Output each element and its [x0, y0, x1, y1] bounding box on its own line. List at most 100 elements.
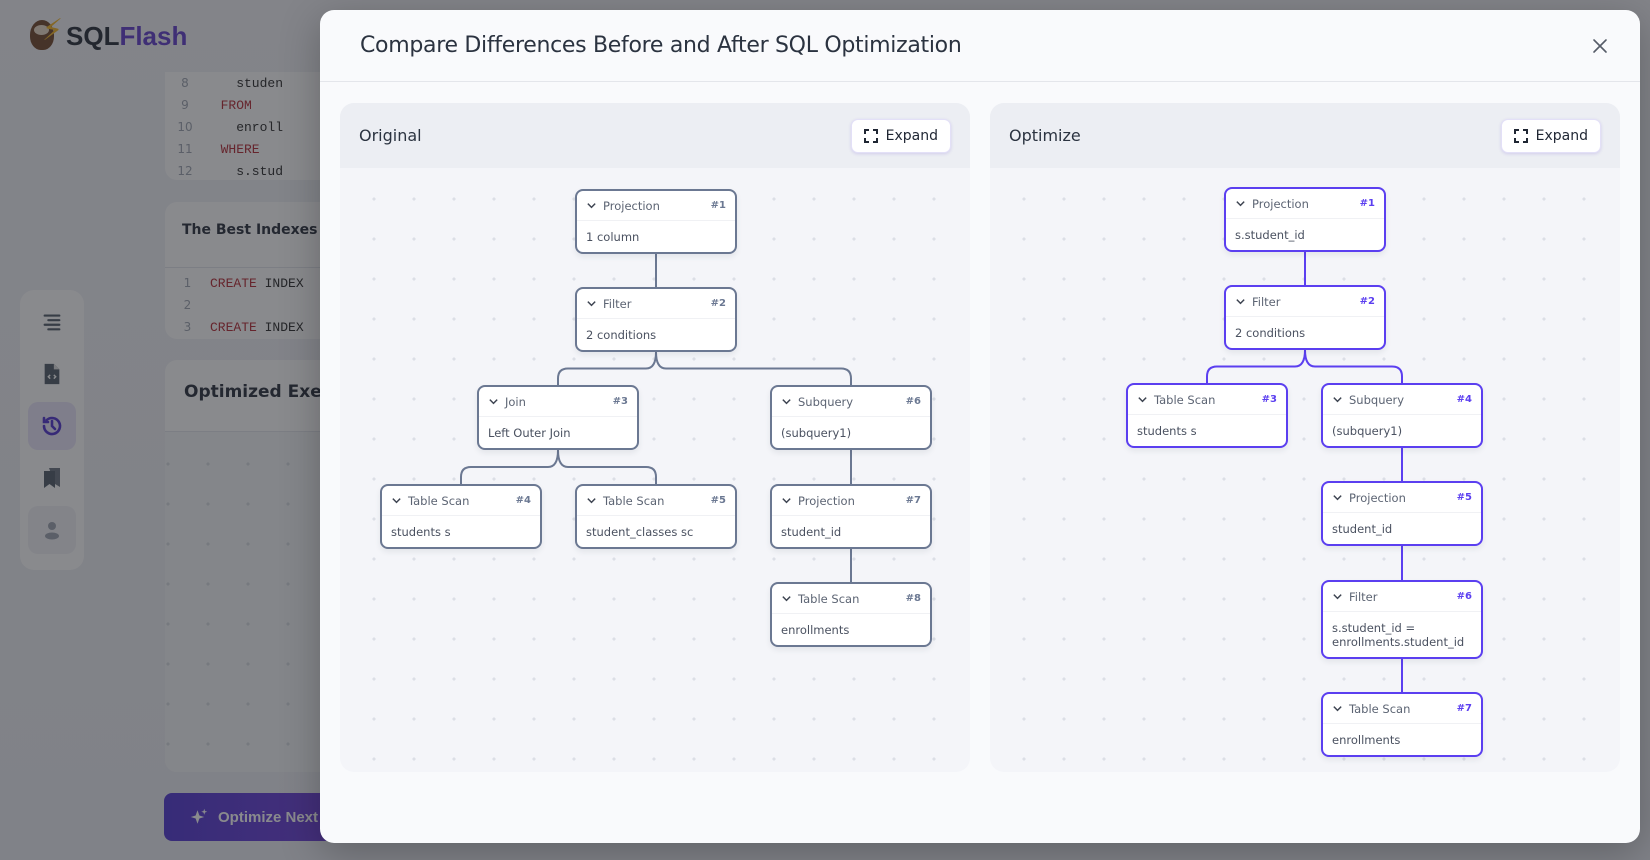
- original-expand-button[interactable]: Expand: [850, 118, 951, 153]
- optimized-expand-button[interactable]: Expand: [1500, 118, 1601, 153]
- plan-node-type: Subquery: [798, 394, 854, 409]
- plan-node-header[interactable]: Projection #5: [1323, 483, 1481, 513]
- plan-node-type: Table Scan: [1154, 392, 1216, 407]
- plan-node[interactable]: Table Scan #7 enrollments: [1321, 692, 1483, 757]
- plan-node-detail: (subquery1): [781, 426, 852, 440]
- optimized-panel-title: Optimize: [1009, 126, 1081, 145]
- plan-node-id: #7: [1456, 703, 1472, 714]
- plan-edge: [1304, 349, 1403, 383]
- plan-node-id: #4: [1456, 394, 1472, 405]
- plan-node-header[interactable]: Join #3: [479, 387, 637, 417]
- plan-node-detail: students s: [1137, 424, 1197, 438]
- plan-node[interactable]: Filter #6 s.student_id = enrollments.stude…: [1321, 580, 1483, 659]
- plan-node-header[interactable]: Table Scan #7: [1323, 694, 1481, 724]
- close-icon: [1593, 39, 1607, 53]
- plan-node-id: #8: [905, 593, 921, 604]
- plan-node[interactable]: Filter #2 2 conditions: [1224, 285, 1386, 350]
- expand-icon: [1513, 128, 1528, 143]
- chevron-down-icon[interactable]: [1332, 394, 1344, 405]
- plan-node-type: Filter: [1349, 589, 1378, 604]
- plan-node-id: #7: [905, 495, 921, 506]
- plan-node-header[interactable]: Subquery #6: [772, 387, 930, 417]
- chevron-down-icon[interactable]: [586, 200, 598, 211]
- plan-node-id: #6: [1456, 591, 1472, 602]
- plan-node-header[interactable]: Table Scan #8: [772, 584, 930, 614]
- plan-node-type: Projection: [798, 493, 855, 508]
- chevron-down-icon[interactable]: [1137, 394, 1149, 405]
- chevron-down-icon[interactable]: [1332, 591, 1344, 602]
- chevron-down-icon[interactable]: [1235, 296, 1247, 307]
- plan-node-detail: students s: [391, 525, 451, 539]
- plan-node-detail: 2 conditions: [1235, 326, 1306, 340]
- plan-node-header[interactable]: Filter #6: [1323, 582, 1481, 612]
- original-plan-canvas[interactable]: Projection #1 1 column Filter #2 2 conditions…: [340, 168, 970, 772]
- plan-node[interactable]: Table Scan #8 enrollments: [770, 582, 932, 647]
- original-panel: Original Expand Projection #1 1 column Filt…: [340, 103, 970, 772]
- chevron-down-icon[interactable]: [781, 593, 793, 604]
- plan-node-header[interactable]: Projection #1: [1226, 189, 1384, 219]
- plan-node[interactable]: Table Scan #3 students s: [1126, 383, 1288, 448]
- plan-node-detail: Left Outer Join: [488, 426, 571, 440]
- plan-node-type: Table Scan: [603, 493, 665, 508]
- plan-node-type: Table Scan: [1349, 701, 1411, 716]
- plan-node[interactable]: Subquery #6 (subquery1): [770, 385, 932, 450]
- close-button[interactable]: [1588, 34, 1612, 58]
- chevron-down-icon[interactable]: [781, 396, 793, 407]
- plan-node-detail: 2 conditions: [586, 328, 657, 342]
- optimized-panel-header: Optimize Expand: [990, 103, 1620, 168]
- plan-node-header[interactable]: Projection #7: [772, 486, 930, 516]
- plan-edges: [1206, 252, 1403, 692]
- plan-node[interactable]: Table Scan #5 student_classes sc: [575, 484, 737, 549]
- plan-edge: [557, 351, 657, 385]
- plan-node-header[interactable]: Subquery #4: [1323, 385, 1481, 415]
- plan-node-header[interactable]: Table Scan #3: [1128, 385, 1286, 415]
- plan-node-id: #6: [905, 396, 921, 407]
- plan-node[interactable]: Filter #2 2 conditions: [575, 287, 737, 352]
- plan-node-header[interactable]: Table Scan #4: [382, 486, 540, 516]
- plan-node-id: #2: [710, 298, 726, 309]
- chevron-down-icon[interactable]: [391, 495, 403, 506]
- plan-node-detail: enrollments: [1332, 733, 1401, 747]
- optimized-plan-canvas[interactable]: Projection #1 s.student_id Filter #2 2 condit…: [990, 168, 1620, 772]
- plan-node-id: #1: [710, 200, 726, 211]
- plan-node-detail: s.student_id = enrollments.student_id: [1332, 621, 1465, 649]
- chevron-down-icon[interactable]: [586, 495, 598, 506]
- plan-node[interactable]: Projection #5 student_id: [1321, 481, 1483, 546]
- chevron-down-icon[interactable]: [586, 298, 598, 309]
- plan-node-id: #5: [1456, 492, 1472, 503]
- expand-label: Expand: [1535, 127, 1588, 144]
- plan-node-header[interactable]: Projection #1: [577, 191, 735, 221]
- plan-node-header[interactable]: Filter #2: [577, 289, 735, 319]
- plan-node[interactable]: Table Scan #4 students s: [380, 484, 542, 549]
- plan-edge: [655, 351, 852, 385]
- plan-node-detail: enrollments: [781, 623, 850, 637]
- plan-node[interactable]: Projection #1 s.student_id: [1224, 187, 1386, 252]
- plan-edge: [460, 449, 559, 484]
- compare-modal: Compare Differences Before and After SQL…: [320, 10, 1640, 843]
- modal-header: Compare Differences Before and After SQL…: [320, 10, 1640, 82]
- plan-node[interactable]: Projection #7 student_id: [770, 484, 932, 549]
- optimized-panel: Optimize Expand Projection #1 s.student_id…: [990, 103, 1620, 772]
- plan-node-type: Subquery: [1349, 392, 1405, 407]
- original-panel-title: Original: [359, 126, 422, 145]
- plan-edges: [460, 254, 852, 582]
- chevron-down-icon[interactable]: [1235, 198, 1247, 209]
- plan-node-id: #5: [710, 495, 726, 506]
- plan-node[interactable]: Projection #1 1 column: [575, 189, 737, 254]
- chevron-down-icon[interactable]: [1332, 492, 1344, 503]
- plan-node-header[interactable]: Table Scan #5: [577, 486, 735, 516]
- chevron-down-icon[interactable]: [781, 495, 793, 506]
- plan-edge: [1206, 349, 1306, 383]
- plan-node[interactable]: Join #3 Left Outer Join: [477, 385, 639, 450]
- plan-node-detail: student_id: [1332, 522, 1393, 536]
- plan-node-id: #3: [1261, 394, 1277, 405]
- plan-node-type: Filter: [1252, 294, 1281, 309]
- plan-node-id: #1: [1359, 198, 1375, 209]
- plan-node-id: #2: [1359, 296, 1375, 307]
- chevron-down-icon[interactable]: [488, 396, 500, 407]
- plan-node-type: Table Scan: [798, 591, 860, 606]
- plan-node[interactable]: Subquery #4 (subquery1): [1321, 383, 1483, 448]
- plan-node-header[interactable]: Filter #2: [1226, 287, 1384, 317]
- plan-node-detail: student_id: [781, 525, 842, 539]
- chevron-down-icon[interactable]: [1332, 703, 1344, 714]
